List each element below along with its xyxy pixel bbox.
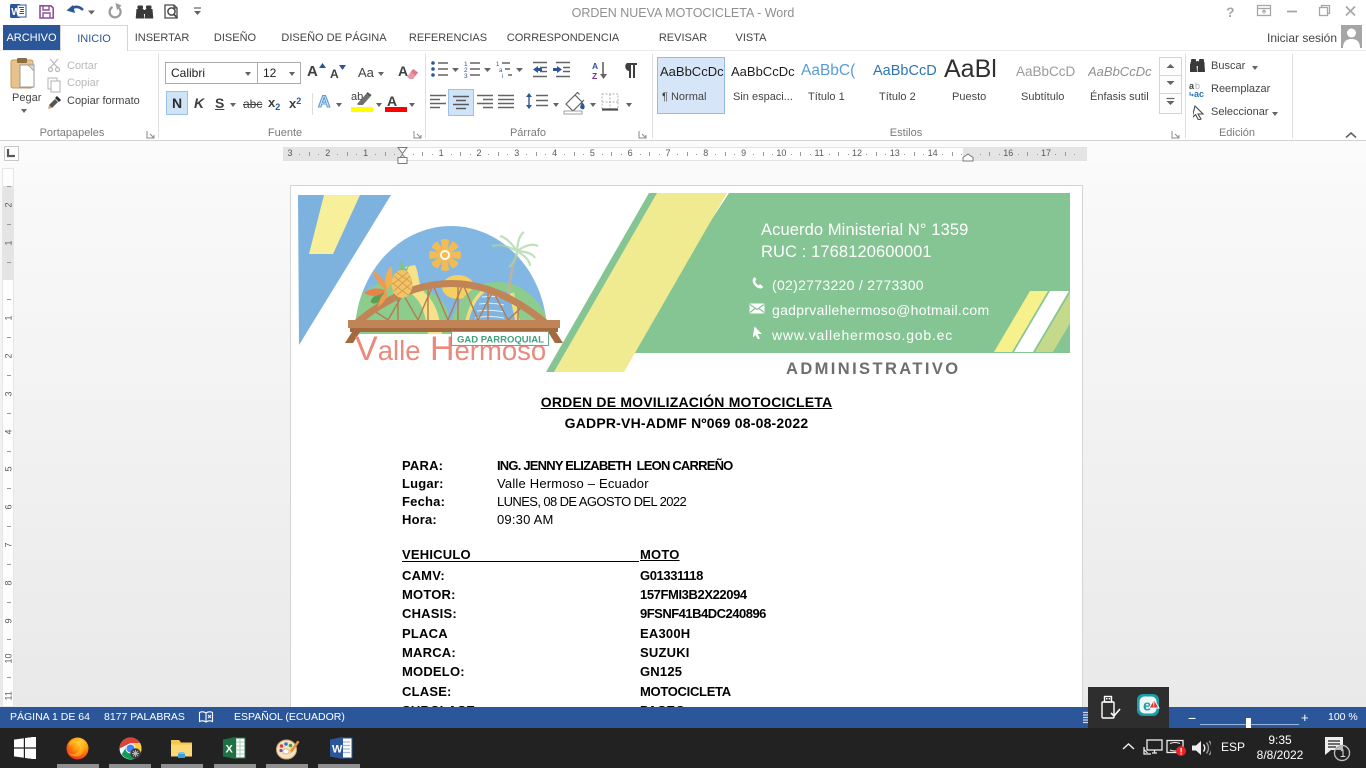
svg-text:?: ? [1226,4,1235,20]
svg-text:!: ! [1153,702,1155,709]
svg-text:W: W [11,7,21,18]
svg-text:3: 3 [464,73,468,80]
svg-text:i: i [502,74,503,80]
svg-text:W: W [332,744,343,756]
svg-text:Z: Z [592,71,597,81]
svg-text:!: ! [1180,747,1183,757]
svg-text:1: 1 [1340,748,1346,760]
svg-text:A: A [592,61,598,71]
svg-text:GAD PARROQUIAL: GAD PARROQUIAL [457,335,544,346]
svg-text:ac: ac [1194,89,1204,97]
svg-text:X: X [226,744,234,756]
